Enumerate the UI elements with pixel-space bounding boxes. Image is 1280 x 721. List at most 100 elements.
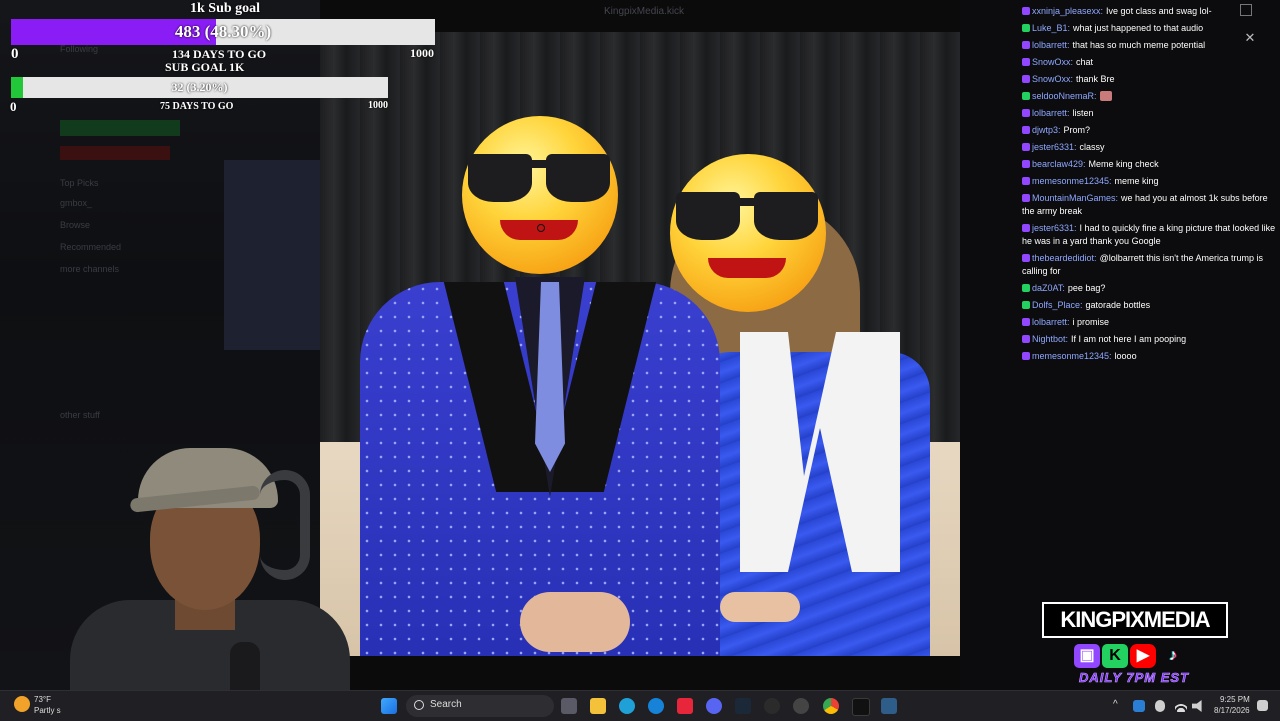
chat-message: SnowOxx: thank Bre bbox=[1022, 71, 1278, 88]
chat-username[interactable]: memesonme12345: bbox=[1032, 176, 1112, 186]
chat-message-text: Prom? bbox=[1063, 125, 1091, 135]
chat-message-text: Meme king check bbox=[1088, 159, 1159, 169]
chat-username[interactable]: SnowOxx: bbox=[1032, 74, 1073, 84]
twitch-badge-icon bbox=[1022, 224, 1030, 232]
steam-icon[interactable] bbox=[735, 698, 751, 714]
chat-username[interactable]: lolbarrett: bbox=[1032, 108, 1070, 118]
chat-message-text: that has so much meme potential bbox=[1072, 40, 1206, 50]
twitch-badge-icon bbox=[1022, 126, 1030, 134]
chat-username[interactable]: jester6331: bbox=[1032, 223, 1077, 233]
chat-username[interactable]: Dolfs_Place: bbox=[1032, 300, 1083, 310]
ghost-text: Top Picks bbox=[60, 178, 99, 188]
tiktok-icon: ♪ bbox=[1169, 647, 1177, 664]
chat-username[interactable]: thebeardedidiot: bbox=[1032, 253, 1097, 263]
twitch-badge-icon bbox=[1022, 318, 1030, 326]
main-goal-max: 1000 bbox=[410, 46, 434, 60]
chat-message-text: Ive got class and swag lol- bbox=[1106, 6, 1212, 16]
chat-message-text: pee bag? bbox=[1067, 283, 1106, 293]
edge-browser-icon[interactable] bbox=[619, 698, 635, 714]
chat-username[interactable]: xxninja_pleasexx: bbox=[1032, 6, 1103, 16]
task-view-icon[interactable] bbox=[561, 698, 577, 714]
chat-message-text: gatorade bottles bbox=[1085, 300, 1151, 310]
tray-app-icon[interactable] bbox=[1133, 700, 1145, 712]
chat-username[interactable]: lolbarrett: bbox=[1032, 317, 1070, 327]
notification-icon[interactable] bbox=[1257, 700, 1268, 711]
ghost-text: other stuff bbox=[60, 410, 100, 420]
twitch-badge-icon bbox=[1022, 177, 1030, 185]
twitch-badge-icon bbox=[1022, 7, 1030, 15]
taskbar-search-box[interactable]: Search bbox=[406, 695, 554, 717]
chat-message: jester6331: classy bbox=[1022, 139, 1278, 156]
chat-message-text: If I am not here I am pooping bbox=[1071, 334, 1187, 344]
chat-message-text: classy bbox=[1079, 142, 1105, 152]
clock-time[interactable]: 9:25 PM bbox=[1220, 695, 1250, 704]
kick-icon: K bbox=[1102, 644, 1128, 668]
search-label: Search bbox=[430, 699, 462, 710]
windows-start-icon[interactable] bbox=[381, 698, 397, 714]
ghost-button bbox=[60, 146, 170, 160]
chat-message: memesonme12345: loooo bbox=[1022, 348, 1278, 365]
main-goal-title: 1k Sub goal bbox=[190, 1, 261, 16]
twitch-badge-icon bbox=[1022, 352, 1030, 360]
chat-username[interactable]: Luke_B1: bbox=[1032, 23, 1070, 33]
twitch-badge-icon bbox=[1022, 143, 1030, 151]
app-icon[interactable] bbox=[881, 698, 897, 714]
wifi-icon[interactable] bbox=[1175, 700, 1187, 712]
twitch-badge-icon bbox=[1022, 335, 1030, 343]
chat-message-text: what just happened to that audio bbox=[1073, 23, 1204, 33]
chat-message: MountainManGames: we had you at almost 1k… bbox=[1022, 190, 1278, 220]
secondary-goal-days-to-go: 75 DAYS TO GO bbox=[160, 101, 234, 112]
chat-username[interactable]: bearclaw429: bbox=[1032, 159, 1086, 169]
weather-temperature[interactable]: 73°F bbox=[34, 695, 51, 704]
ghost-text: more channels bbox=[60, 264, 120, 274]
secondary-goal-max: 1000 bbox=[368, 100, 388, 111]
chat-username[interactable]: jester6331: bbox=[1032, 142, 1077, 152]
chat-message-text: loooo bbox=[1114, 351, 1137, 361]
chevron-up-icon[interactable]: ^ bbox=[1113, 700, 1123, 710]
chat-message: seldooNnemaR: bbox=[1022, 88, 1278, 105]
chrome-icon[interactable] bbox=[823, 698, 839, 714]
clock-date[interactable]: 8/17/2026 bbox=[1214, 706, 1250, 715]
file-explorer-icon[interactable] bbox=[590, 698, 606, 714]
chat-username[interactable]: seldooNnemaR: bbox=[1032, 91, 1097, 101]
headset-icon bbox=[260, 470, 310, 580]
search-icon bbox=[414, 700, 424, 710]
chat-message: jester6331: I had to quickly fine a king … bbox=[1022, 220, 1278, 250]
app-icon[interactable] bbox=[764, 698, 780, 714]
chat-message: lolbarrett: listen bbox=[1022, 105, 1278, 122]
chat-message: daZ0AT: pee bag? bbox=[1022, 280, 1278, 297]
kick-badge-icon bbox=[1022, 24, 1030, 32]
kick-badge-icon bbox=[1022, 92, 1030, 100]
twitch-icon: ▣ bbox=[1074, 644, 1100, 668]
twitch-badge-icon bbox=[1022, 58, 1030, 66]
main-goal-progress-bar: 483 (48.30%) bbox=[11, 19, 435, 45]
chat-username[interactable]: SnowOxx: bbox=[1032, 57, 1073, 67]
weather-icon[interactable] bbox=[14, 696, 30, 712]
media-app-icon[interactable] bbox=[677, 698, 693, 714]
streamer-webcam bbox=[60, 430, 360, 692]
background-window-title: KingpixMedia.kick bbox=[604, 6, 685, 17]
brand-logo-text: KINGPIXMEDIA bbox=[1042, 602, 1228, 638]
chat-username[interactable]: memesonme12345: bbox=[1032, 351, 1112, 361]
chat-username[interactable]: Nightbot: bbox=[1032, 334, 1068, 344]
chat-username[interactable]: MountainManGames: bbox=[1032, 193, 1118, 203]
terminal-icon[interactable] bbox=[852, 698, 870, 716]
chat-message: thebeardedidiot: @lolbarrett this isn't t… bbox=[1022, 250, 1278, 280]
sunglasses-bridge bbox=[522, 160, 558, 168]
twitch-badge-icon bbox=[1022, 194, 1030, 202]
app-icon[interactable] bbox=[648, 698, 664, 714]
chat-message: Luke_B1: what just happened to that audio bbox=[1022, 20, 1278, 37]
sunglasses-emoji-icon bbox=[462, 116, 618, 274]
chat-message: lolbarrett: that has so much meme potenti… bbox=[1022, 37, 1278, 54]
main-goal-min: 0 bbox=[11, 46, 19, 62]
discord-icon[interactable] bbox=[706, 698, 722, 714]
emoji-mouth bbox=[708, 258, 786, 278]
obs-icon[interactable] bbox=[793, 698, 809, 714]
chat-message: xxninja_pleasexx: Ive got class and swag … bbox=[1022, 3, 1278, 20]
volume-icon[interactable] bbox=[1192, 700, 1202, 712]
chat-username[interactable]: lolbarrett: bbox=[1032, 40, 1070, 50]
weather-description[interactable]: Partly s bbox=[34, 706, 61, 715]
microphone-tray-icon[interactable] bbox=[1155, 700, 1165, 712]
chat-username[interactable]: djwtp3: bbox=[1032, 125, 1061, 135]
chat-username[interactable]: daZ0AT: bbox=[1032, 283, 1065, 293]
